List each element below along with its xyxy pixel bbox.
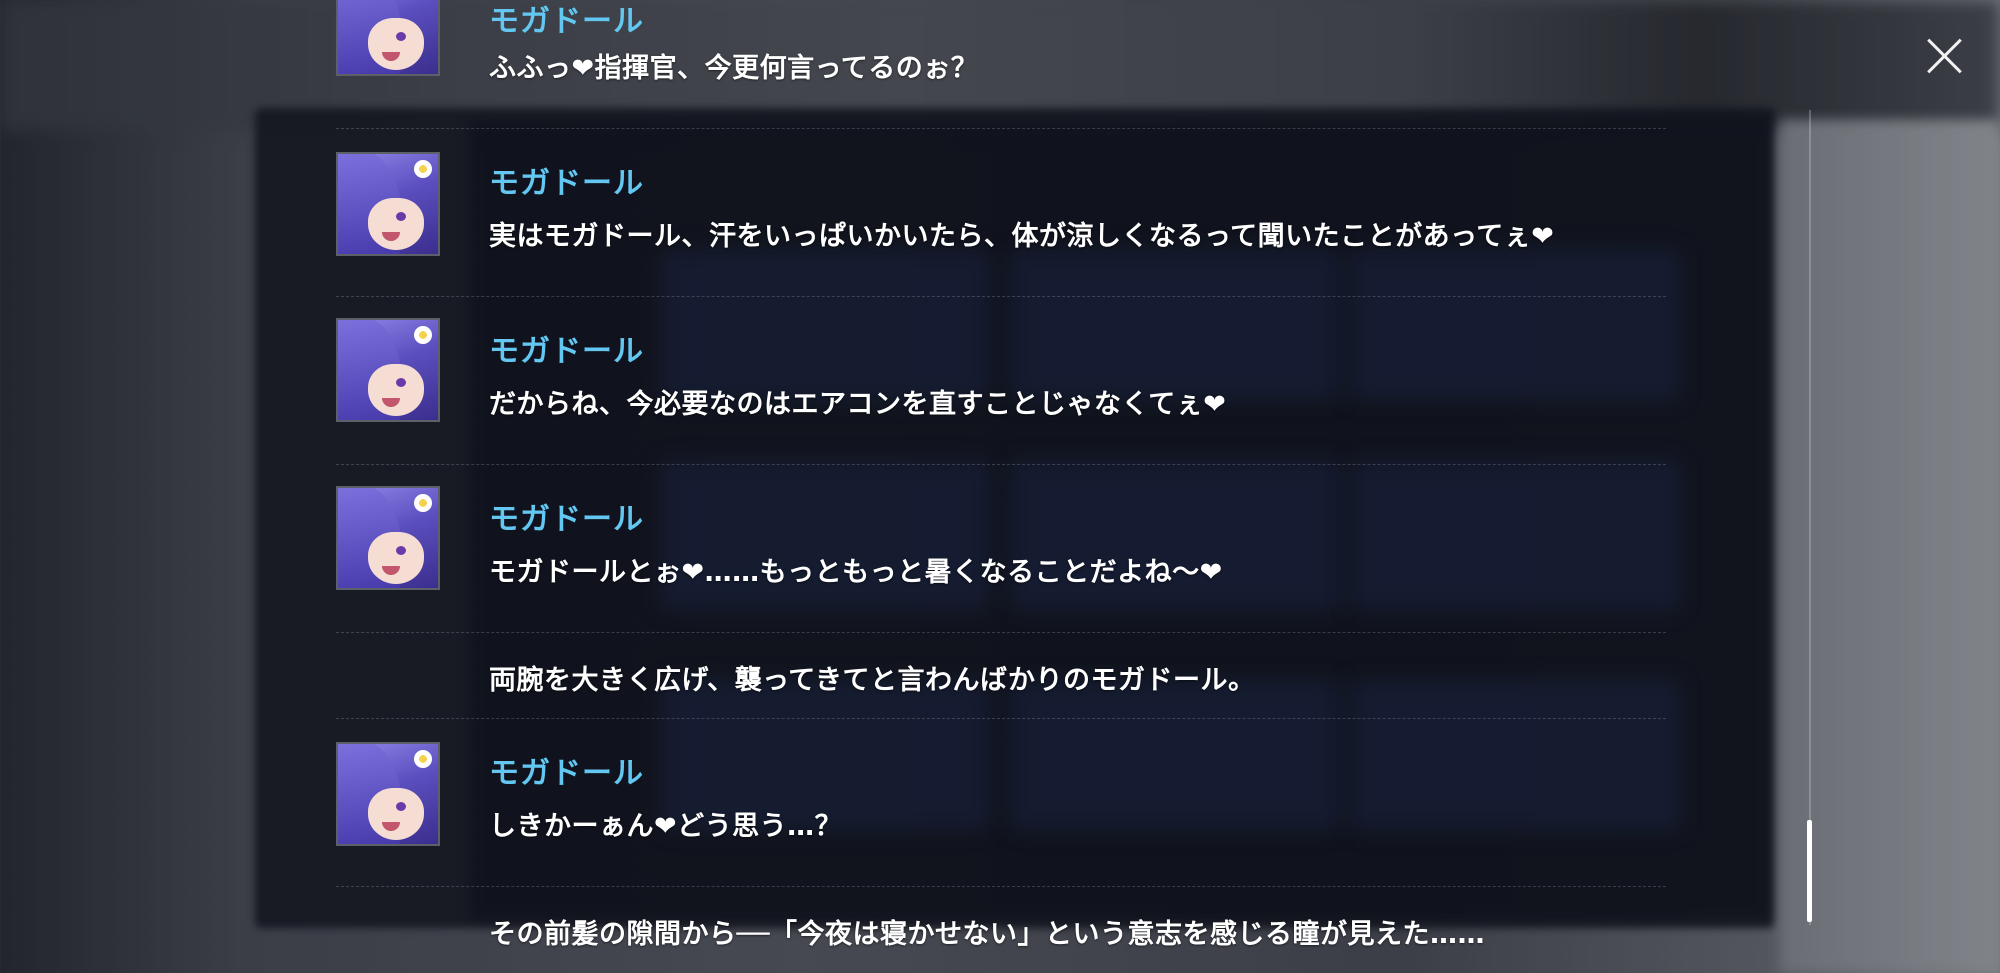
speaker-avatar [336, 0, 440, 76]
log-entry-narration: 両腕を大きく広げ、襲ってきてと言わんばかりのモガドール。 [336, 632, 1666, 719]
narration-text: その前髪の隙間から──「今夜は寝かせない」という意志を感じる瞳が見えた…… [489, 919, 1486, 950]
speaker-name: モガドール [489, 166, 644, 201]
log-entry: モガドール 実はモガドール、汗をいっぱいかいたら、体が涼しくなるって聞いたことが… [336, 128, 1666, 297]
scrollbar-thumb[interactable] [1807, 820, 1812, 922]
dialogue-text: ふふっ❤指揮官、今更何言ってるのぉ？ [489, 53, 979, 84]
dialogue-text: だからね、今必要なのはエアコンを直すことじゃなくてぇ❤ [489, 389, 1227, 420]
speaker-avatar [336, 152, 440, 256]
scrollbar-track[interactable] [1809, 110, 1811, 925]
speaker-name: モガドール [489, 756, 644, 791]
speaker-avatar [336, 318, 440, 422]
log-entry: モガドール ふふっ❤指揮官、今更何言ってるのぉ？ [336, 0, 1666, 129]
speaker-name: モガドール [489, 502, 644, 537]
log-entry: モガドール だからね、今必要なのはエアコンを直すことじゃなくてぇ❤ [336, 296, 1666, 465]
speaker-avatar [336, 742, 440, 846]
narration-text: 両腕を大きく広げ、襲ってきてと言わんばかりのモガドール。 [489, 665, 1256, 696]
speaker-name: モガドール [489, 4, 644, 39]
speaker-name: モガドール [489, 334, 644, 369]
log-entry-narration: その前髪の隙間から──「今夜は寝かせない」という意志を感じる瞳が見えた…… [336, 886, 1666, 973]
speaker-avatar [336, 486, 440, 590]
close-icon[interactable] [1925, 35, 1965, 75]
dialogue-text: モガドールとぉ❤……もっともっと暑くなることだよね〜❤ [489, 557, 1223, 588]
log-entry: モガドール モガドールとぉ❤……もっともっと暑くなることだよね〜❤ [336, 464, 1666, 633]
dialogue-text: 実はモガドール、汗をいっぱいかいたら、体が涼しくなるって聞いたことがあってぇ❤ [489, 221, 1555, 252]
dialogue-log[interactable]: モガドール ふふっ❤指揮官、今更何言ってるのぉ？ モガドール 実はモガドール、汗… [336, 0, 1666, 973]
log-entry: モガドール しきかーぁん❤どう思う…？ [336, 718, 1666, 887]
dialogue-text: しきかーぁん❤どう思う…？ [489, 811, 843, 842]
